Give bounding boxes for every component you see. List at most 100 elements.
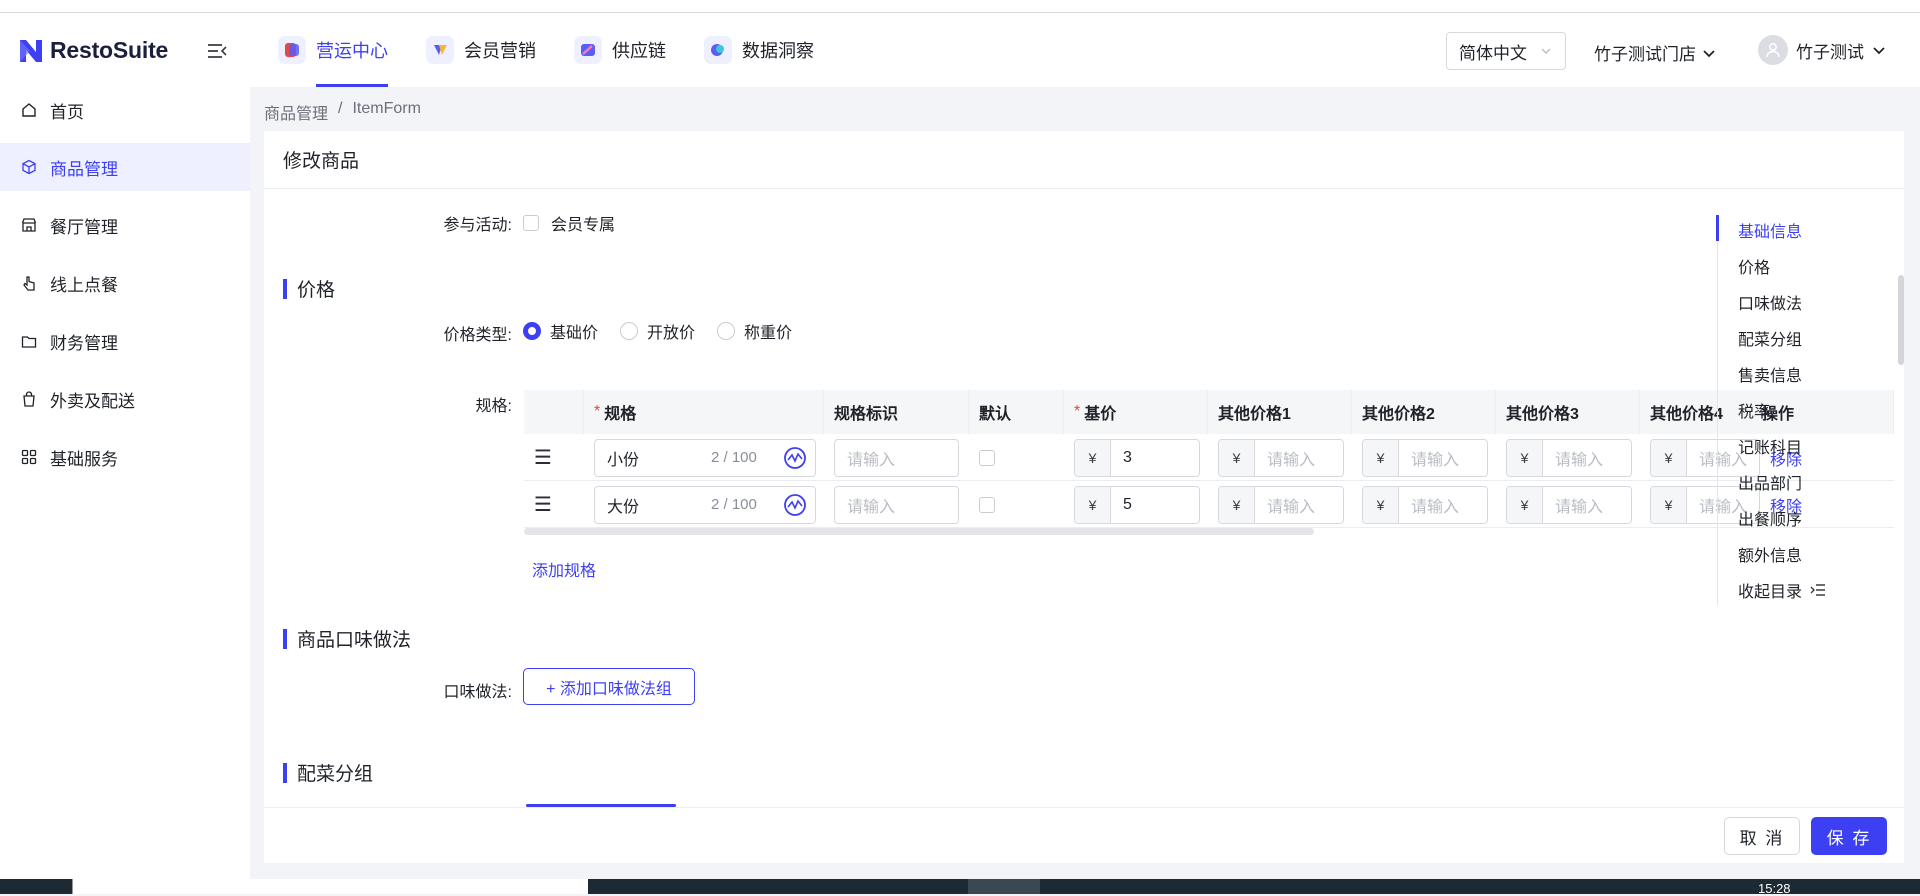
sidebar-item-home[interactable]: 首页 (0, 87, 250, 133)
membership-icon (426, 36, 454, 64)
spec-label: 规格: (475, 398, 512, 415)
table-header-spec: * 规格 (584, 390, 824, 434)
data-insight-icon (704, 36, 732, 64)
anchor-sale-info[interactable]: 售卖信息 (1738, 362, 1802, 386)
translate-icon[interactable] (783, 446, 807, 470)
spec-name-input[interactable]: 小份 2 / 100 (594, 438, 816, 477)
char-counter: 2 / 100 (711, 449, 757, 466)
table-row: ☰ 小份 2 / 100 请输入 ¥3 ¥ 请输入 ¥ 请输入 ¥ 请输入 ¥ … (524, 434, 1894, 481)
taskbar-window-thumbnail[interactable] (72, 879, 588, 894)
store-icon (20, 216, 38, 234)
price-type-weight[interactable]: 称重价 (717, 319, 792, 343)
add-flavor-group-button[interactable]: + 添加口味做法组 (523, 668, 695, 705)
base-price-input[interactable]: ¥3 (1074, 438, 1200, 477)
translate-icon[interactable] (783, 493, 807, 517)
menu-collapse-icon[interactable] (206, 41, 228, 61)
anchor-price[interactable]: 价格 (1738, 254, 1770, 278)
brand-logo-icon (20, 39, 42, 62)
spec-name-input[interactable]: 大份 2 / 100 (594, 485, 816, 524)
sidebar-item-restaurant[interactable]: 餐厅管理 (0, 201, 250, 249)
drag-handle-icon[interactable]: ☰ (534, 492, 552, 517)
nav-membership[interactable]: 会员营销 (426, 13, 536, 87)
default-checkbox[interactable] (979, 449, 995, 466)
section-price-title: 价格 (283, 275, 335, 302)
price-type-open[interactable]: 开放价 (620, 319, 695, 343)
spec-identifier-input[interactable]: 请输入 (834, 438, 959, 477)
flavor-label: 口味做法: (443, 684, 512, 701)
breadcrumb-current: ItemForm (352, 100, 421, 117)
char-counter: 2 / 100 (711, 496, 757, 513)
nav-data-insight[interactable]: 数据洞察 (704, 13, 814, 87)
member-only-checkbox[interactable]: 会员专属 (523, 211, 615, 235)
app-header: RestoSuite 营运中心 会员营销 供应链 数据洞察 简体中文 竹子测试门… (0, 13, 1920, 87)
cube-icon (20, 158, 38, 176)
anchor-extra-info[interactable]: 额外信息 (1738, 542, 1802, 566)
bag-icon (20, 390, 38, 408)
nav-supply-chain-label: 供应链 (612, 41, 666, 61)
page-title: 修改商品 (264, 131, 1904, 189)
store-select[interactable]: 竹子测试门店 (1594, 40, 1716, 65)
other-price-3-input[interactable]: ¥ 请输入 (1506, 438, 1632, 477)
sidebar-item-finance[interactable]: 财务管理 (0, 317, 250, 365)
sidebar-item-label: 线上点餐 (50, 275, 118, 295)
breadcrumb-parent[interactable]: 商品管理 (264, 100, 328, 124)
drag-handle-icon[interactable]: ☰ (534, 445, 552, 470)
anchor-tax-rate[interactable]: 税率 (1738, 398, 1770, 422)
table-horizontal-scrollbar[interactable] (524, 528, 1314, 535)
radio-label: 开放价 (647, 325, 696, 342)
other-price-1-input[interactable]: ¥ 请输入 (1218, 438, 1344, 477)
radio-label: 基础价 (550, 325, 599, 342)
store-name: 竹子测试门店 (1594, 45, 1696, 64)
other-price-3-input[interactable]: ¥ 请输入 (1506, 485, 1632, 524)
radio-selected[interactable] (523, 322, 541, 340)
sidebar-item-label: 财务管理 (50, 333, 118, 353)
sidebar-item-basic-service[interactable]: 基础服务 (0, 433, 250, 481)
home-icon (20, 101, 38, 119)
anchor-department[interactable]: 出品部门 (1738, 470, 1802, 494)
browser-top-strip (0, 0, 1920, 13)
sidebar-item-label: 商品管理 (50, 159, 118, 179)
other-price-2-input[interactable]: ¥ 请输入 (1362, 438, 1488, 477)
language-value: 简体中文 (1459, 43, 1527, 63)
collapse-toc-button[interactable]: 收起目录 (1738, 578, 1826, 602)
anchor-combo[interactable]: 配菜分组 (1738, 326, 1802, 350)
anchor-basic-info[interactable]: 基础信息 (1738, 218, 1802, 242)
table-header-other-price-2: 其他价格2 (1352, 390, 1496, 434)
table-header-identifier: 规格标识 (824, 390, 969, 434)
section-combo-title: 配菜分组 (283, 759, 373, 786)
radio[interactable] (620, 322, 639, 340)
table-header-drag (524, 390, 584, 434)
price-type-base[interactable]: 基础价 (523, 319, 598, 343)
breadcrumb-separator: / (338, 100, 343, 117)
item-form-card: 修改商品 参与活动: 会员专属 价格 价格类型: 基础价 开放价 称重价 规格: (264, 131, 1904, 863)
base-price-input[interactable]: ¥5 (1074, 485, 1200, 524)
pointer-icon (20, 274, 38, 292)
wallet-icon (20, 332, 38, 350)
anchor-accounting[interactable]: 记账科目 (1738, 434, 1802, 458)
checkbox[interactable] (523, 215, 539, 231)
brand-logo[interactable]: RestoSuite (18, 37, 168, 64)
other-price-2-input[interactable]: ¥ 请输入 (1362, 485, 1488, 524)
add-spec-link[interactable]: 添加规格 (532, 557, 596, 581)
form-scroll-area[interactable]: 参与活动: 会员专属 价格 价格类型: 基础价 开放价 称重价 规格: * 规格… (264, 189, 1904, 807)
radio[interactable] (717, 322, 736, 340)
language-select[interactable]: 简体中文 (1446, 32, 1566, 70)
nav-operations[interactable]: 营运中心 (278, 13, 388, 87)
member-only-label: 会员专属 (551, 217, 616, 234)
page-vertical-scrollbar[interactable] (1898, 275, 1904, 365)
taskbar-active-app[interactable] (968, 879, 1040, 894)
nav-supply-chain[interactable]: 供应链 (574, 13, 666, 87)
anchor-serve-order[interactable]: 出餐顺序 (1738, 506, 1802, 530)
anchor-flavor[interactable]: 口味做法 (1738, 290, 1802, 314)
chevron-down-icon (1703, 49, 1715, 57)
sidebar-item-delivery[interactable]: 外卖及配送 (0, 375, 250, 423)
default-checkbox[interactable] (979, 496, 995, 513)
spec-identifier-input[interactable]: 请输入 (834, 485, 959, 524)
chevron-down-icon (1541, 48, 1551, 54)
sidebar-item-online-order[interactable]: 线上点餐 (0, 259, 250, 307)
cancel-button[interactable]: 取 消 (1724, 817, 1800, 855)
other-price-1-input[interactable]: ¥ 请输入 (1218, 485, 1344, 524)
sidebar-item-products[interactable]: 商品管理 (0, 143, 250, 191)
user-menu[interactable]: 竹子测试 (1758, 35, 1886, 65)
save-button[interactable]: 保 存 (1811, 817, 1887, 855)
